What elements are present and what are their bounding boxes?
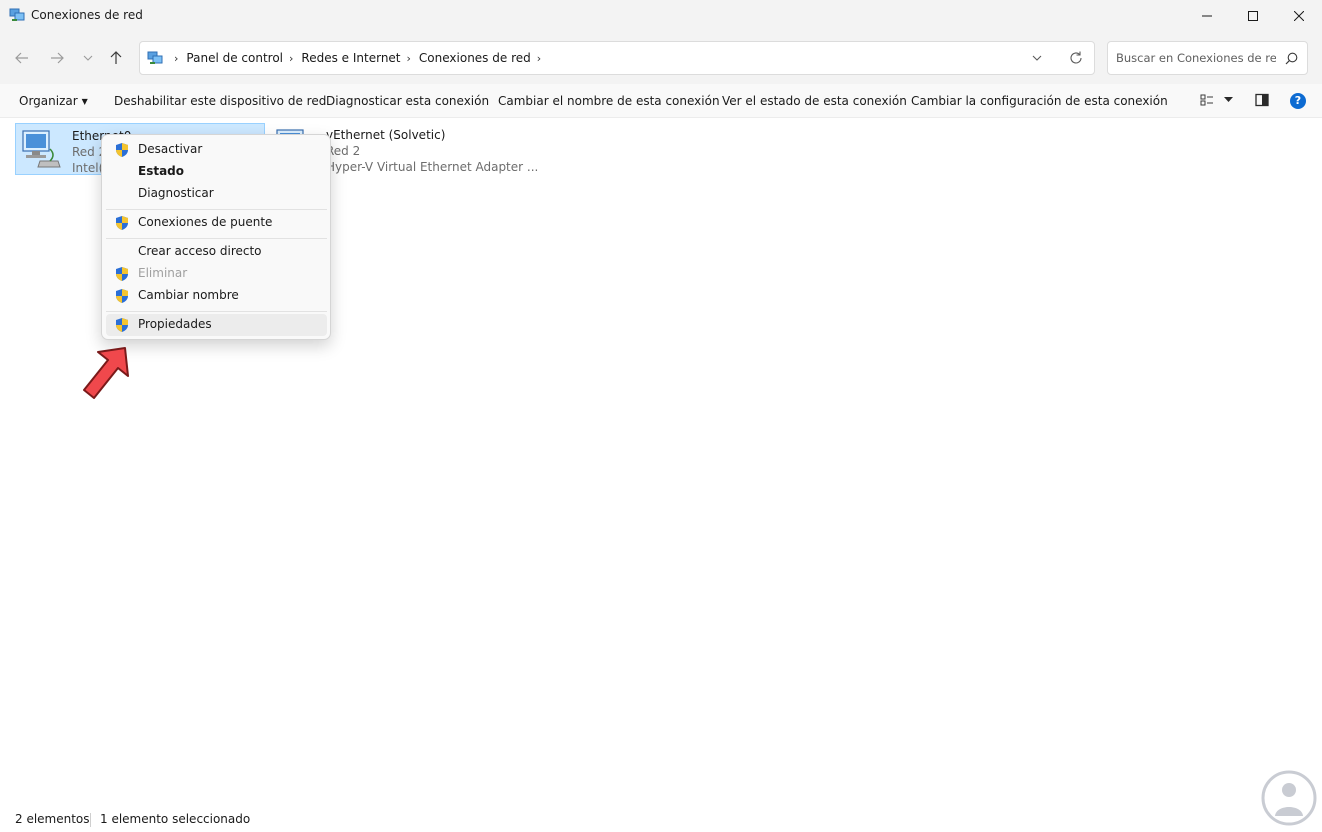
maximize-icon	[1248, 11, 1258, 21]
menu-label: Crear acceso directo	[138, 244, 262, 258]
search-input[interactable]	[1116, 49, 1276, 67]
organize-label: Organizar	[19, 94, 78, 108]
network-connections-icon	[147, 51, 163, 64]
chevron-right-icon[interactable]: ›	[407, 52, 411, 65]
up-arrow-icon	[110, 51, 122, 64]
menu-label: Conexiones de puente	[138, 215, 273, 229]
window-title: Conexiones de red	[31, 8, 143, 22]
close-button[interactable]	[1276, 0, 1322, 32]
network-adapter-icon	[22, 130, 61, 168]
connection-adapter: Hyper-V Virtual Ethernet Adapter ...	[326, 160, 539, 174]
recent-locations-button[interactable]	[76, 46, 100, 70]
close-icon	[1294, 11, 1304, 21]
menu-label: Cambiar nombre	[138, 288, 239, 302]
red-arrow-icon	[83, 347, 129, 399]
change-settings-button[interactable]: Cambiar la configuración de esta conexió…	[911, 94, 1168, 108]
forward-arrow-icon	[51, 52, 64, 64]
menu-label: Eliminar	[138, 266, 188, 280]
view-dropdown-icon[interactable]	[1224, 97, 1233, 103]
breadcrumb-conexiones-de-red[interactable]: Conexiones de red	[419, 51, 531, 65]
menu-item-desactivar[interactable]: Desactivar	[106, 139, 327, 161]
uac-shield-icon	[116, 318, 128, 332]
title-bar: Conexiones de red	[0, 0, 1322, 32]
refresh-icon[interactable]	[1068, 50, 1084, 66]
status-bar: 2 elementos 1 elemento seleccionado	[0, 808, 1322, 832]
chevron-right-icon[interactable]: ›	[289, 52, 293, 65]
selection-count: 1 elemento seleccionado	[100, 812, 251, 826]
breadcrumb: › Panel de control › Redes e Internet › …	[168, 42, 549, 74]
item-count: 2 elementos	[15, 812, 90, 826]
menu-item-propiedades[interactable]: Propiedades	[106, 314, 327, 336]
up-button[interactable]	[104, 46, 128, 70]
organize-menu-button[interactable]: Organizar ▼	[19, 94, 88, 108]
forward-button[interactable]	[45, 46, 69, 70]
uac-shield-icon	[116, 216, 128, 230]
menu-item-conexiones-de-puente[interactable]: Conexiones de puente	[106, 212, 327, 234]
breadcrumb-panel-de-control[interactable]: Panel de control	[186, 51, 283, 65]
context-menu: Desactivar Estado Diagnosticar Conexione…	[101, 134, 331, 340]
recent-dropdown-icon	[83, 55, 93, 61]
status-separator	[90, 813, 91, 827]
diagnose-connection-button[interactable]: Diagnosticar esta conexión	[326, 94, 489, 108]
menu-label: Desactivar	[138, 142, 203, 156]
breadcrumb-redes-e-internet[interactable]: Redes e Internet	[301, 51, 400, 65]
uac-shield-icon	[116, 143, 128, 157]
menu-separator	[106, 311, 327, 312]
menu-item-estado[interactable]: Estado	[106, 161, 327, 183]
back-button[interactable]	[10, 46, 34, 70]
view-options-icon[interactable]	[1200, 93, 1214, 107]
uac-shield-icon	[116, 267, 128, 281]
command-bar: Organizar ▼ Deshabilitar este dispositivo…	[0, 84, 1322, 118]
menu-item-eliminar: Eliminar	[106, 263, 327, 285]
address-bar[interactable]: › Panel de control › Redes e Internet › …	[139, 41, 1095, 75]
menu-label: Propiedades	[138, 317, 212, 331]
back-arrow-icon	[15, 52, 28, 64]
connection-name: vEthernet (Solvetic)	[326, 128, 446, 142]
maximize-button[interactable]	[1230, 0, 1276, 32]
help-icon[interactable]: ?	[1290, 93, 1306, 109]
navigation-bar: › Panel de control › Redes e Internet › …	[0, 32, 1322, 84]
view-status-button[interactable]: Ver el estado de esta conexión	[722, 94, 907, 108]
chevron-right-icon[interactable]: ›	[537, 52, 541, 65]
network-connections-icon	[9, 8, 25, 21]
address-history-dropdown-icon[interactable]	[1030, 51, 1044, 65]
watermark-logo	[1261, 770, 1317, 826]
rename-connection-button[interactable]: Cambiar el nombre de esta conexión	[498, 94, 720, 108]
preview-pane-icon[interactable]	[1255, 93, 1269, 107]
search-box[interactable]	[1107, 41, 1308, 75]
menu-label: Diagnosticar	[138, 186, 214, 200]
caret-down-icon: ▼	[81, 97, 88, 106]
minimize-button[interactable]	[1184, 0, 1230, 32]
menu-item-crear-acceso-directo[interactable]: Crear acceso directo	[106, 241, 327, 263]
menu-item-cambiar-nombre[interactable]: Cambiar nombre	[106, 285, 327, 307]
menu-separator	[106, 209, 327, 210]
connection-network: Red 2	[326, 144, 361, 158]
disable-device-button[interactable]: Deshabilitar este dispositivo de red	[114, 94, 326, 108]
chevron-right-icon[interactable]: ›	[174, 52, 178, 65]
menu-item-diagnosticar[interactable]: Diagnosticar	[106, 183, 327, 205]
search-icon[interactable]	[1285, 52, 1298, 65]
uac-shield-icon	[116, 289, 128, 303]
minimize-icon	[1202, 15, 1212, 17]
menu-label: Estado	[138, 164, 185, 178]
menu-separator	[106, 238, 327, 239]
